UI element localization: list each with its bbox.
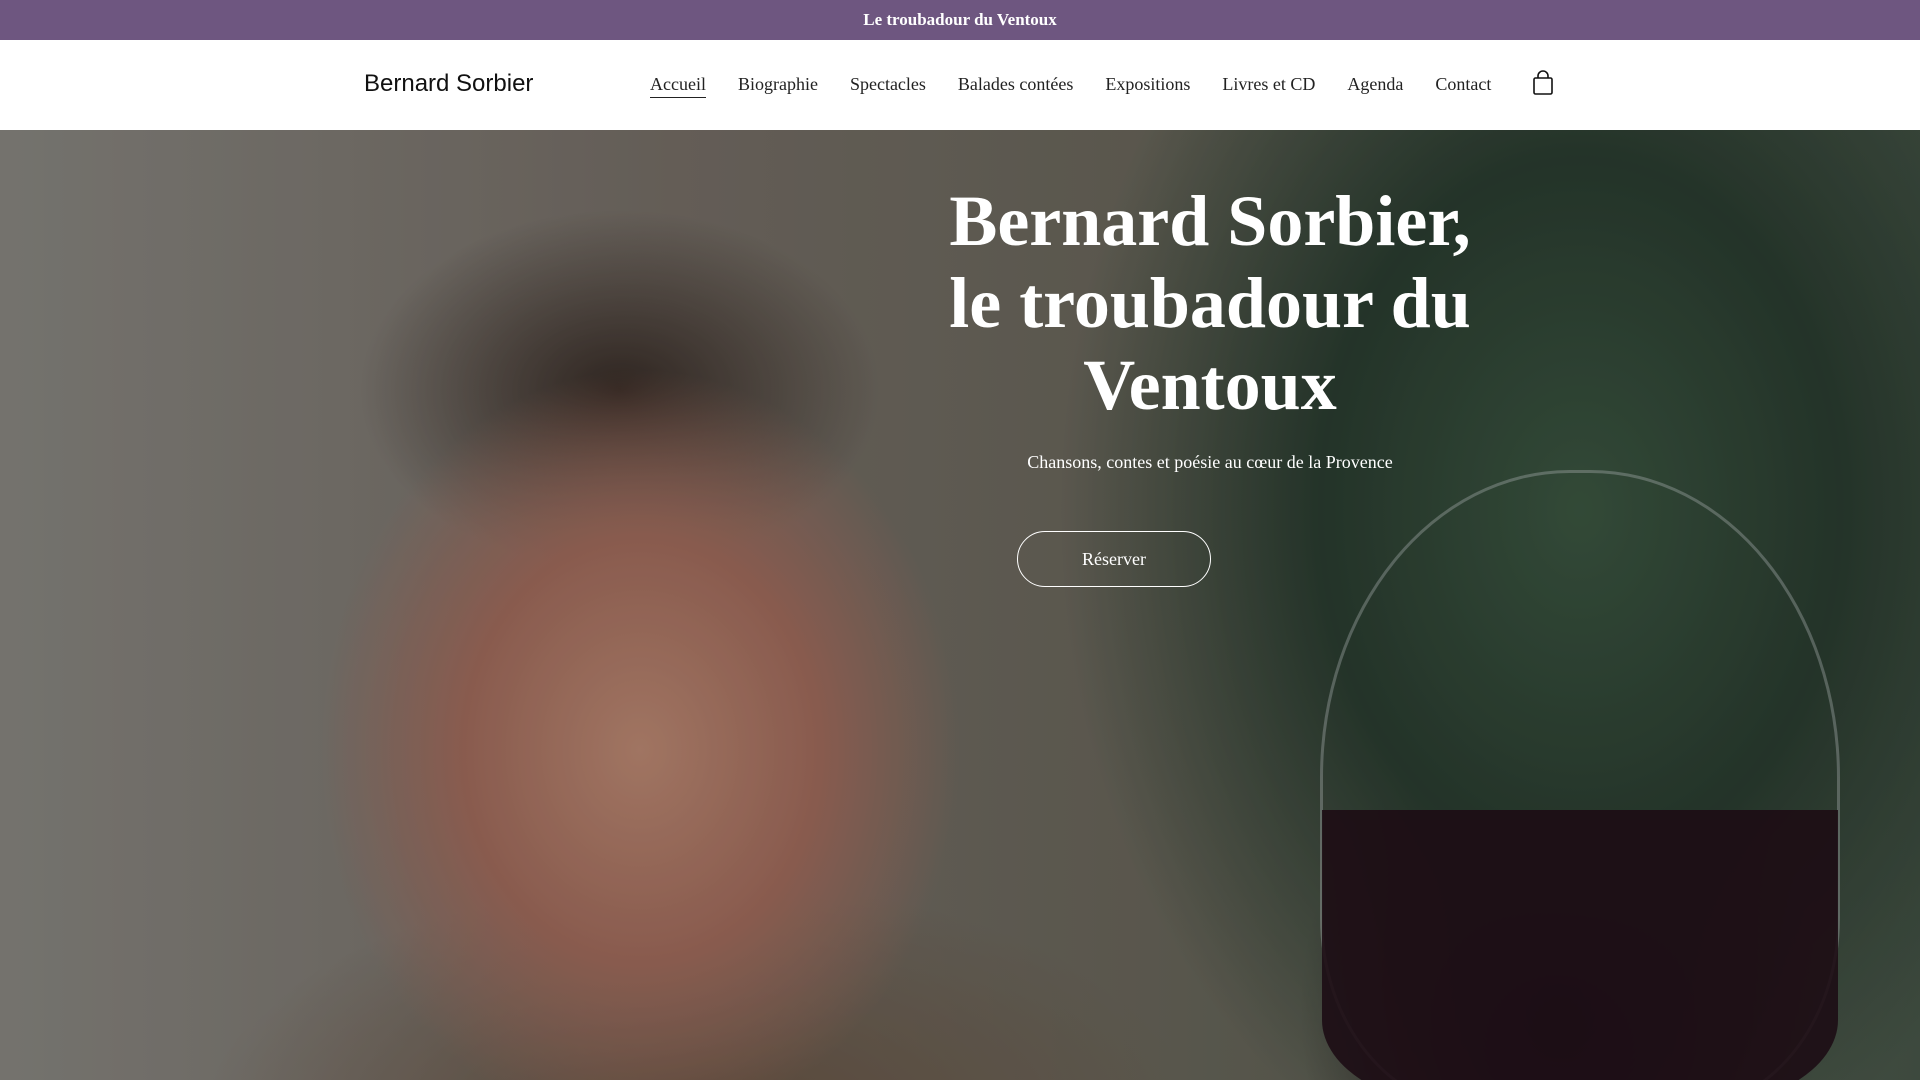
nav-item-agenda[interactable]: Agenda (1347, 74, 1403, 98)
nav-item-contact[interactable]: Contact (1435, 74, 1491, 98)
hero-title: Bernard Sorbier, le troubadour du Ventou… (860, 180, 1560, 426)
hero-subtitle: Chansons, contes et poésie au cœur de la… (1027, 452, 1393, 472)
nav-item-balades-contees[interactable]: Balades contées (958, 74, 1073, 98)
announcement-text: Le troubadour du Ventoux (863, 10, 1057, 29)
site-header: Bernard Sorbier Accueil Biographie Spect… (0, 40, 1920, 130)
announcement-bar: Le troubadour du Ventoux (0, 0, 1920, 40)
site-logo[interactable]: Bernard Sorbier (364, 70, 533, 98)
nav-item-biographie[interactable]: Biographie (738, 74, 818, 98)
hero-title-line-1: Bernard Sorbier, (949, 181, 1471, 261)
hero-section: Bernard Sorbier, le troubadour du Ventou… (0, 130, 1920, 1080)
hero-title-line-2: le troubadour du (949, 263, 1471, 343)
reserve-button[interactable]: Réserver (1017, 531, 1211, 587)
shopping-bag-icon[interactable] (1532, 70, 1554, 96)
nav-item-spectacles[interactable]: Spectacles (850, 74, 926, 98)
nav-item-accueil[interactable]: Accueil (650, 74, 706, 98)
hero-title-line-3: Ventoux (1083, 345, 1337, 425)
nav-item-expositions[interactable]: Expositions (1105, 74, 1190, 98)
main-nav: Accueil Biographie Spectacles Balades co… (650, 74, 1523, 98)
nav-item-livres-cd[interactable]: Livres et CD (1222, 74, 1315, 98)
